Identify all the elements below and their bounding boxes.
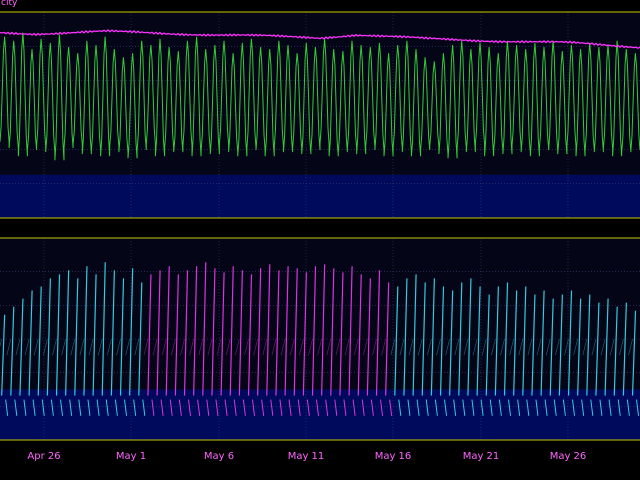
x-tick-label: May 21 bbox=[463, 451, 500, 462]
x-tick-label: May 16 bbox=[375, 451, 412, 462]
x-tick-label: Apr 26 bbox=[27, 451, 60, 462]
chart-canvas: Apr 26 May 1 May 6 May 11 May 16 May 21 May 26 bbox=[0, 11, 640, 462]
chart-title-fragment: city bbox=[1, 0, 18, 8]
x-tick-label: May 6 bbox=[204, 451, 234, 462]
plot-band-0 bbox=[0, 174, 640, 218]
x-tick-label: May 26 bbox=[550, 451, 587, 462]
chart-window: Apr 26 May 1 May 6 May 11 May 16 May 21 May 26… bbox=[0, 0, 640, 480]
x-tick-label: May 1 bbox=[116, 451, 146, 462]
x-tick-label: May 11 bbox=[288, 451, 325, 462]
plot-band-1 bbox=[0, 389, 640, 440]
